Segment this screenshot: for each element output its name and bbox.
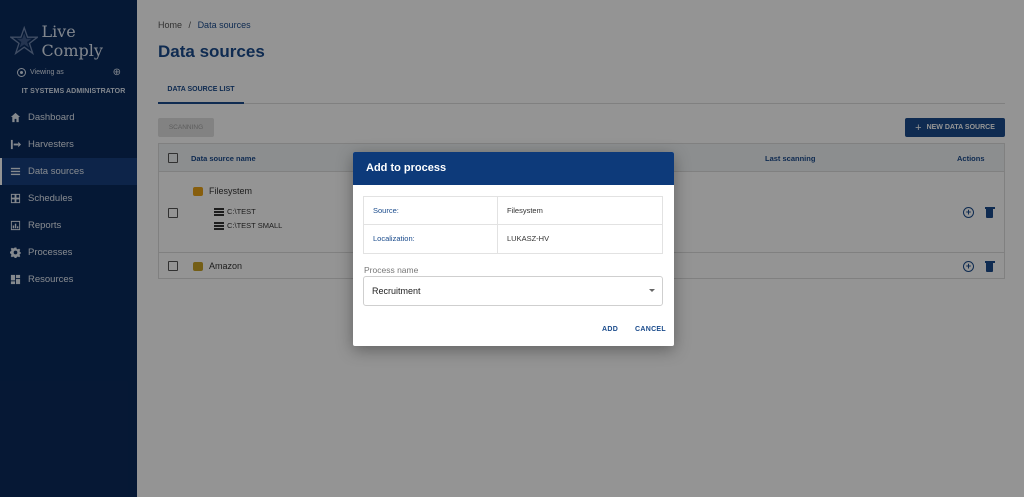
- dialog-title: Add to process: [353, 152, 674, 185]
- localization-value: LUKASZ-HV: [507, 234, 550, 243]
- cancel-button[interactable]: CANCEL: [635, 326, 666, 333]
- dropdown-arrow-icon: [649, 289, 655, 292]
- process-name-value: Recruitment: [372, 286, 421, 296]
- localization-label: Localization:: [364, 225, 498, 253]
- add-to-process-dialog: Add to process Source: Filesystem Locali…: [353, 152, 674, 346]
- source-label: Source:: [364, 197, 498, 224]
- add-button[interactable]: ADD: [602, 326, 618, 333]
- process-name-select[interactable]: Recruitment: [363, 276, 663, 306]
- process-name-label: Process name: [364, 265, 419, 275]
- info-row-source: Source: Filesystem: [364, 197, 662, 225]
- info-row-localization: Localization: LUKASZ-HV: [364, 225, 662, 253]
- source-value: Filesystem: [507, 206, 543, 215]
- dialog-info-table: Source: Filesystem Localization: LUKASZ-…: [363, 196, 663, 254]
